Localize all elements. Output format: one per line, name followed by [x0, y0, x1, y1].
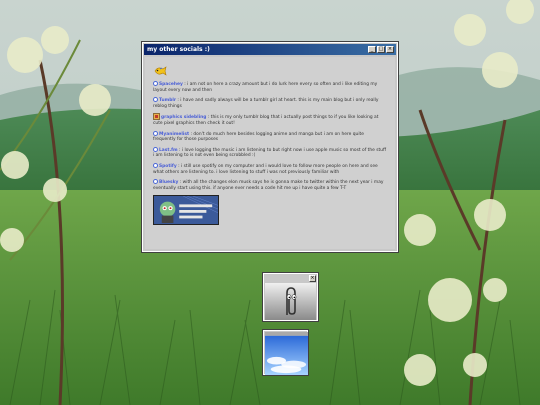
window-content: Spacehey : i am not on here a crazy amou…: [145, 57, 395, 249]
goldfish-icon: [154, 66, 167, 76]
social-entry-myanimelist: Myanimelist : don't do much here besides…: [153, 130, 387, 143]
window-title: my other socials :): [147, 46, 210, 53]
close-button[interactable]: ×: [386, 46, 394, 53]
close-button[interactable]: ×: [309, 275, 316, 282]
bluesky-description: : with all the changes elon musk says he…: [153, 180, 384, 191]
window-titlebar[interactable]: my other socials :) _ □ ×: [144, 44, 396, 55]
bullet-icon: [153, 97, 158, 103]
lastfm-link[interactable]: Last.fm: [159, 148, 178, 153]
spotify-description: : i still use spotify on my computer and…: [153, 163, 378, 175]
spacehey-description: : i am not on here a crazy amount but i …: [153, 82, 378, 93]
socials-window: my other socials :) _ □ × Spacehey : i a…: [141, 41, 399, 253]
sky-image: [265, 332, 308, 375]
lastfm-description: : i love logging the music i am listenin…: [153, 147, 387, 159]
maximize-button[interactable]: □: [377, 46, 385, 53]
social-entry-spotify: Spotify : i still use spotify on my comp…: [153, 162, 387, 175]
social-entry-spacehey: Spacehey : i am not on here a crazy amou…: [153, 81, 387, 93]
graphics-sidebling-link[interactable]: graphics sidebling: [161, 115, 206, 120]
bullet-icon: [153, 130, 158, 136]
bluesky-link[interactable]: Bluesky: [159, 180, 178, 185]
tumblr-description: : i have and sadly always will be a tumb…: [153, 98, 379, 109]
bullet-icon: [153, 179, 158, 185]
minimize-button[interactable]: _: [368, 46, 376, 53]
graphics-icon: [153, 113, 160, 121]
mini-titlebar[interactable]: ×: [264, 274, 317, 283]
spotify-link[interactable]: Spotify: [159, 164, 177, 169]
social-entry-graphics-sidebling: graphics sidebling : this is my only tum…: [153, 113, 387, 126]
bullet-icon: [153, 162, 158, 168]
bullet-icon: [153, 146, 158, 152]
tumblr-link[interactable]: Tumblr: [159, 98, 176, 103]
myanimelist-link[interactable]: Myanimelist: [159, 132, 189, 137]
character-banner-image: [153, 195, 219, 226]
window-controls: _ □ ×: [368, 46, 394, 53]
social-entry-tumblr: Tumblr : i have and sadly always will be…: [153, 97, 387, 109]
social-entry-bluesky: Bluesky : with all the changes elon musk…: [153, 179, 387, 191]
bullet-icon: [153, 81, 158, 86]
paperclip-icon: [265, 283, 316, 320]
spacehey-link[interactable]: Spacehey: [159, 82, 183, 87]
sky-window: [262, 329, 309, 376]
social-entry-lastfm: Last.fm : i love logging the music i am …: [153, 146, 387, 159]
paperclip-window: ×: [262, 272, 319, 322]
